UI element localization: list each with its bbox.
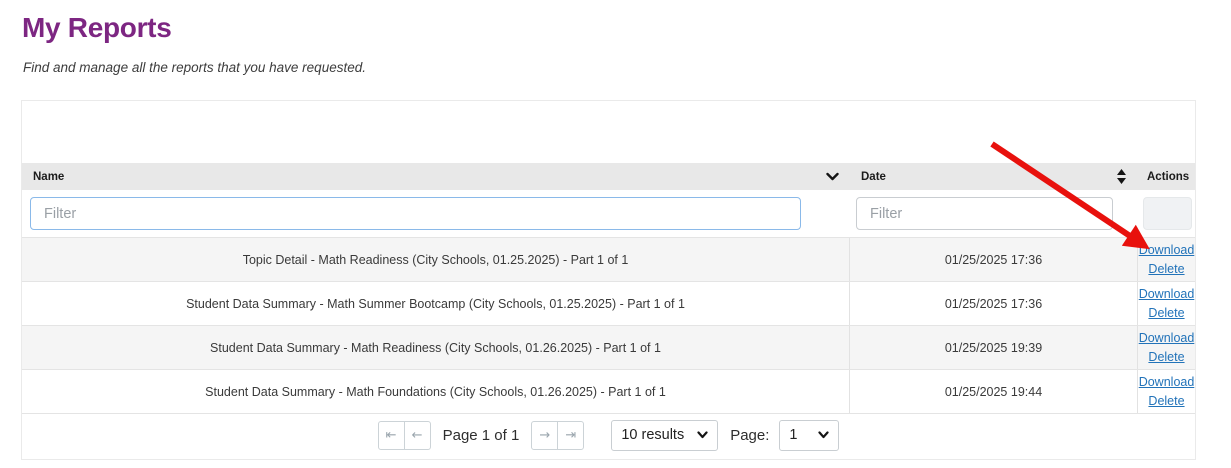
download-link[interactable]: Download (1139, 373, 1195, 392)
previous-page-icon: ← (411, 427, 423, 443)
delete-link[interactable]: Delete (1148, 348, 1184, 367)
report-date: 01/25/2025 17:36 (849, 238, 1137, 281)
table-row: Student Data Summary - Math Summer Bootc… (22, 281, 1195, 325)
delete-link[interactable]: Delete (1148, 392, 1184, 411)
column-header-date[interactable]: Date (849, 163, 1137, 190)
report-date: 01/25/2025 17:36 (849, 282, 1137, 325)
table-header-row: Name Date Actions (22, 163, 1195, 190)
results-per-page-value: 10 results (621, 427, 685, 443)
report-name: Student Data Summary - Math Readiness (C… (210, 340, 661, 355)
table-toolbar-spacer (22, 101, 1195, 163)
download-link[interactable]: Download (1139, 329, 1195, 348)
report-actions-cell: Download Delete (1137, 238, 1195, 281)
delete-link[interactable]: Delete (1148, 304, 1184, 323)
page-subtitle: Find and manage all the reports that you… (23, 60, 366, 75)
sort-updown-icon[interactable] (1116, 169, 1127, 184)
report-date: 01/25/2025 19:39 (849, 326, 1137, 369)
report-actions-cell: Download Delete (1137, 326, 1195, 369)
previous-page-button[interactable]: ← (403, 420, 431, 450)
name-filter-cell (22, 190, 849, 237)
chevron-down-icon (818, 431, 830, 439)
table-filter-row (22, 190, 1195, 237)
report-name: Topic Detail - Math Readiness (City Scho… (242, 252, 629, 267)
report-actions-cell: Download Delete (1137, 370, 1195, 413)
pagination-back-group: ⇤ ← (377, 420, 431, 450)
table-row: Student Data Summary - Math Foundations … (22, 369, 1195, 413)
pagination-forward-group: → ⇥ (531, 420, 585, 450)
actions-filter-cell (1137, 190, 1195, 237)
column-header-name[interactable]: Name (22, 163, 849, 190)
column-header-actions-label: Actions (1147, 170, 1190, 183)
page-number-value: 1 (789, 427, 798, 443)
download-link[interactable]: Download (1139, 285, 1195, 304)
column-header-actions: Actions (1137, 163, 1195, 190)
next-page-button[interactable]: → (531, 420, 559, 450)
chevron-down-icon (697, 431, 708, 439)
date-filter-cell (849, 190, 1137, 237)
report-name: Student Data Summary - Math Foundations … (205, 384, 666, 399)
chevron-down-icon[interactable] (826, 172, 839, 181)
date-filter-input[interactable] (856, 197, 1113, 230)
last-page-button[interactable]: ⇥ (557, 420, 585, 450)
column-header-date-label: Date (861, 170, 886, 183)
table-row: Topic Detail - Math Readiness (City Scho… (22, 237, 1195, 281)
next-page-icon: → (539, 427, 551, 443)
report-actions-cell: Download Delete (1137, 282, 1195, 325)
results-per-page-select[interactable]: 10 results (611, 419, 719, 451)
name-filter-input[interactable] (30, 197, 801, 230)
reports-table-card: Name Date Actions Topic Detail - Math Re… (21, 100, 1196, 460)
last-page-icon: ⇥ (565, 427, 577, 443)
first-page-button[interactable]: ⇤ (377, 420, 405, 450)
table-row: Student Data Summary - Math Readiness (C… (22, 325, 1195, 369)
first-page-icon: ⇤ (385, 427, 397, 443)
report-date: 01/25/2025 19:44 (849, 370, 1137, 413)
actions-filter-disabled-box (1143, 197, 1192, 230)
page-select-label: Page: (730, 426, 770, 444)
report-name: Student Data Summary - Math Summer Bootc… (186, 296, 685, 311)
page-info-text: Page 1 of 1 (442, 426, 520, 444)
page-number-select[interactable]: 1 (779, 419, 840, 451)
download-link[interactable]: Download (1139, 241, 1195, 260)
column-header-name-label: Name (33, 170, 65, 183)
page-title: My Reports (22, 12, 172, 43)
pagination-bar: ⇤ ← Page 1 of 1 → ⇥ 10 results Page: 1 (22, 413, 1195, 456)
delete-link[interactable]: Delete (1148, 260, 1184, 279)
